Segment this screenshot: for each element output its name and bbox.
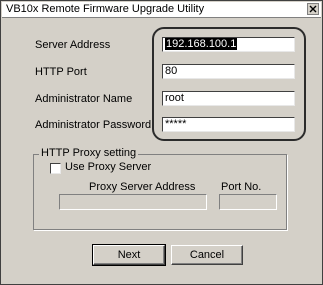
fields-highlight-outline [152,27,306,141]
proxy-group-title: HTTP Proxy setting [39,147,139,159]
proxy-address-label: Proxy Server Address [89,181,196,193]
next-button[interactable]: Next [92,244,166,266]
window-title: VB10x Remote Firmware Upgrade Utility [6,3,205,15]
cancel-button[interactable]: Cancel [171,245,243,265]
administrator-password-label: Administrator Password [35,119,152,131]
close-button[interactable] [307,3,319,15]
proxy-port-label: Port No. [221,181,262,193]
use-proxy-checkbox[interactable] [50,163,61,174]
use-proxy-label[interactable]: Use Proxy Server [65,161,151,173]
administrator-name-label: Administrator Name [35,93,133,105]
http-port-label: HTTP Port [35,66,87,78]
proxy-port-field[interactable] [219,194,277,210]
title-bar[interactable]: VB10x Remote Firmware Upgrade Utility [2,2,321,18]
dialog-window: VB10x Remote Firmware Upgrade Utility Se… [0,0,323,285]
proxy-address-field[interactable] [59,194,207,210]
server-address-label: Server Address [35,39,111,51]
close-icon [309,5,317,13]
